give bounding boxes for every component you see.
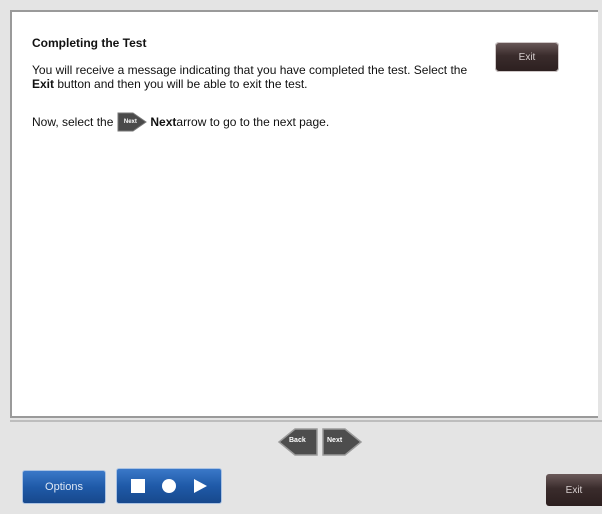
instruction-bold-exit: Exit [32,77,55,91]
instruction-text: You will receive a message indicating th… [32,63,468,77]
media-controls [116,468,222,504]
back-button[interactable]: Back [277,425,319,459]
play-icon [193,479,207,493]
record-button[interactable] [159,476,179,496]
content-frame: Completing the Test You will receive a m… [10,10,598,418]
back-button-label: Back [289,437,306,444]
instruction-text: Now, select the [32,115,114,129]
stop-button[interactable] [128,476,148,496]
record-icon [161,479,176,493]
next-button[interactable]: Next [321,425,363,459]
next-arrow-icon-label: Next [123,119,137,125]
options-button[interactable]: Options [22,470,106,504]
instruction-paragraph-1: You will receive a message indicating th… [32,63,492,91]
stop-icon [131,479,146,493]
instruction-paragraph-2: Now, select the Next Next arrow to go to… [32,111,590,133]
instruction-bold-next: Next [150,115,177,129]
instruction-text: button and then you will be able to exit… [54,77,308,91]
exit-button-illustration: Exit [495,42,559,72]
next-button-label: Next [327,437,343,444]
divider [10,420,602,422]
exit-button[interactable]: Exit [546,474,602,506]
play-button[interactable] [190,476,210,496]
instruction-text: arrow to go to the next page. [176,115,330,129]
next-arrow-icon: Next [117,111,148,133]
